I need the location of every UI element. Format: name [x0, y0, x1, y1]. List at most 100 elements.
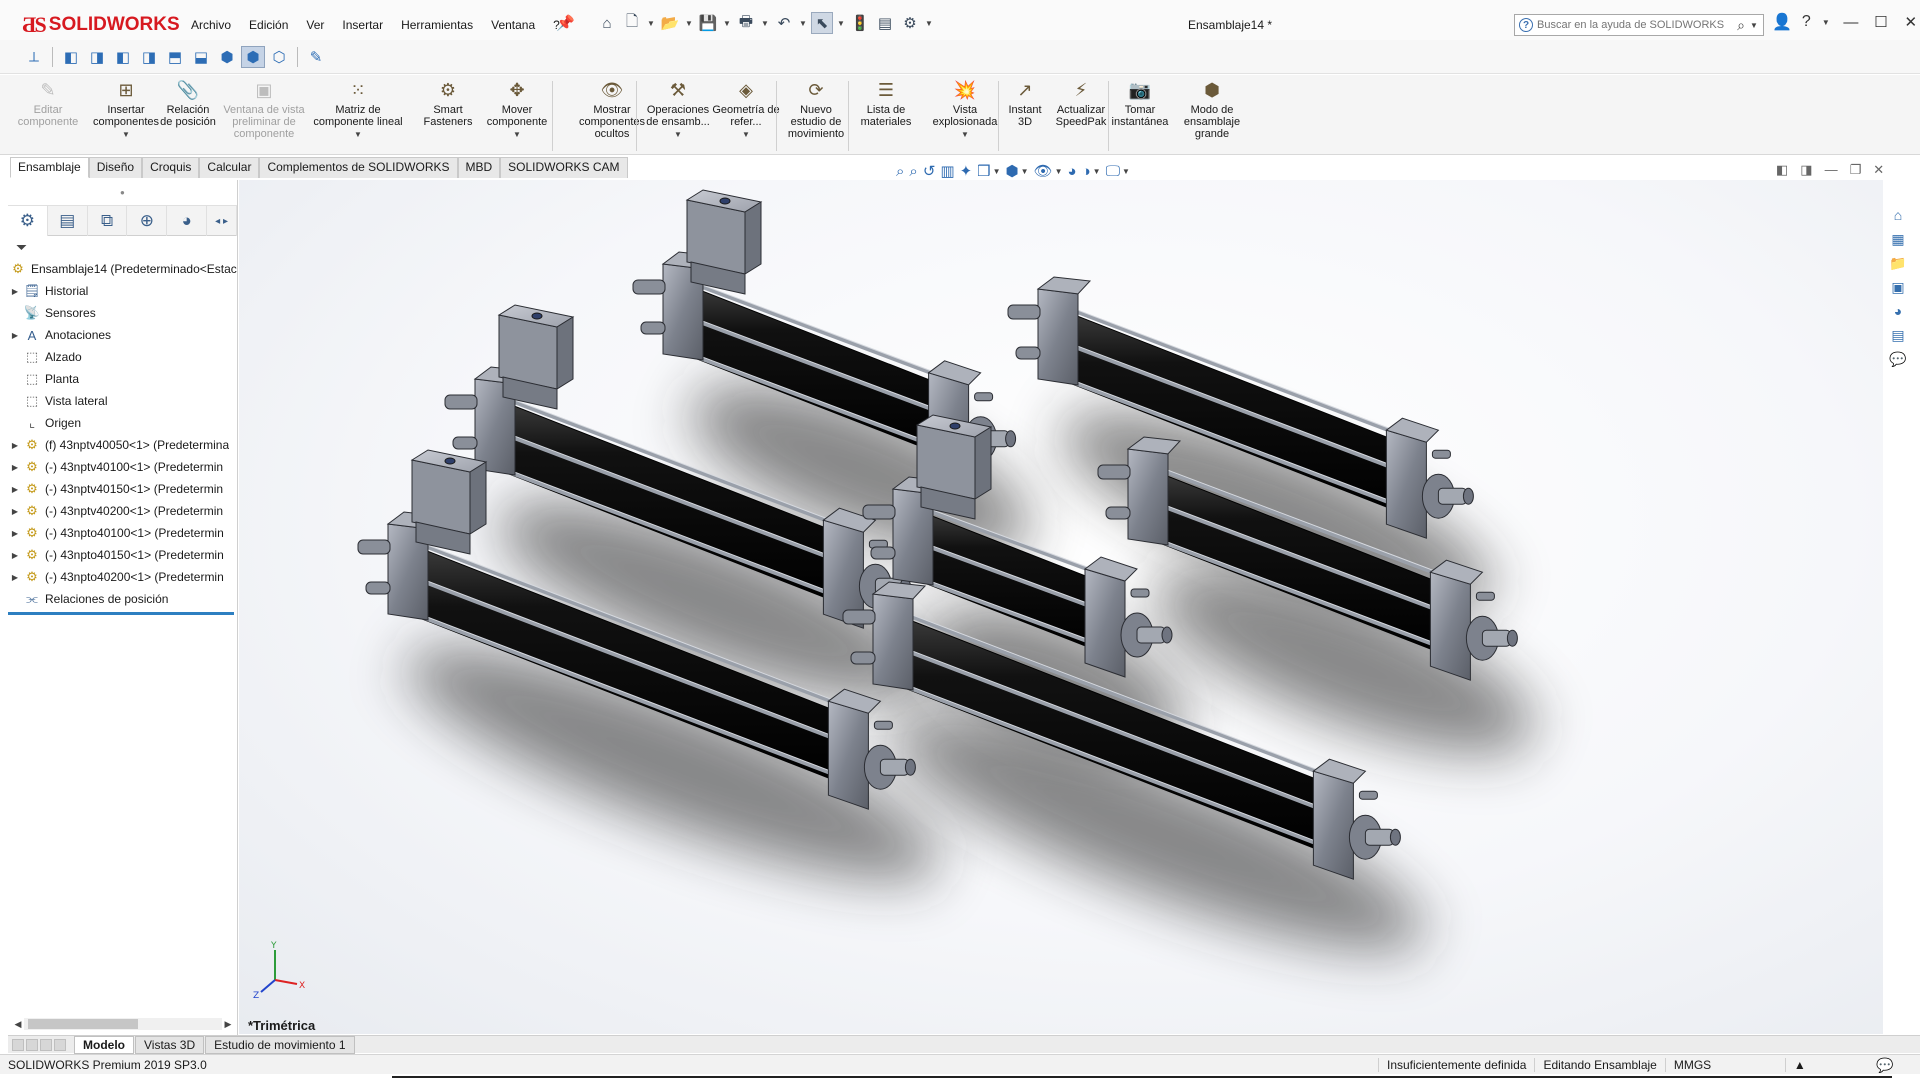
- solidworks-resources-icon[interactable]: ⌂: [1887, 205, 1909, 225]
- scroll-left-icon[interactable]: ◀: [12, 1019, 24, 1030]
- ribbon-button-motion-study[interactable]: ⟳ Nuevo estudio de movimiento: [782, 79, 850, 140]
- right-view-icon[interactable]: ◨: [137, 46, 161, 68]
- view-settings-icon[interactable]: 🖵: [1106, 163, 1120, 180]
- select-dropdown-icon[interactable]: ▼: [836, 19, 846, 28]
- tree-item[interactable]: ⫘ Relaciones de posición: [8, 588, 237, 610]
- tree-item[interactable]: ▶ ⚙ (-) 43npto40100<1> (Predetermin: [8, 522, 237, 544]
- ribbon-button-show-hidden[interactable]: 👁 Mostrar componentes ocultos: [574, 79, 650, 140]
- pin-menu-icon[interactable]: 📌: [556, 14, 575, 32]
- dropdown-arrow-icon[interactable]: ▼: [674, 129, 682, 141]
- tree-root-assembly[interactable]: ⚙ Ensamblaje14 (Predeterminado<Estac: [8, 258, 237, 280]
- normal-to-icon[interactable]: ⟂: [22, 46, 46, 68]
- home-icon[interactable]: ⌂: [596, 12, 618, 34]
- ribbon-button-mate[interactable]: 📎 Relación de posición: [160, 79, 216, 128]
- search-input[interactable]: [1537, 19, 1734, 31]
- configuration-manager-tab-icon[interactable]: ⧉: [88, 206, 128, 236]
- help-search[interactable]: ? ⌕ ▼: [1514, 14, 1764, 36]
- expand-arrow-icon[interactable]: ▶: [8, 507, 22, 516]
- file-explorer-icon[interactable]: 📁: [1887, 253, 1909, 273]
- hide-show-items-icon[interactable]: 👁: [1034, 162, 1053, 180]
- ribbon-button-linear-pattern[interactable]: ⁙ Matriz de componente lineal ▼: [306, 79, 410, 141]
- tree-item[interactable]: ⬚ Alzado: [8, 346, 237, 368]
- first-tab-icon[interactable]: [12, 1038, 24, 1051]
- new-document-icon[interactable]: 🗋: [621, 12, 643, 34]
- dropdown-arrow-icon[interactable]: ▼: [513, 129, 521, 141]
- tree-item[interactable]: ⬚ Planta: [8, 368, 237, 390]
- ribbon-button-move-component[interactable]: ✥ Mover componente ▼: [480, 79, 554, 141]
- tree-item[interactable]: ⌞ Origen: [8, 412, 237, 434]
- view-selector-icon[interactable]: ✎: [304, 46, 328, 68]
- ribbon-button-reference-geometry[interactable]: ◈ Geometría de refer... ▼: [712, 79, 780, 141]
- tab-vistas-3d[interactable]: Vistas 3D: [135, 1035, 205, 1054]
- expand-arrow-icon[interactable]: ▶: [8, 551, 22, 560]
- user-icon[interactable]: 👤: [1772, 12, 1792, 32]
- file-properties-icon[interactable]: ▤: [874, 12, 896, 34]
- rollback-bar[interactable]: [8, 612, 234, 615]
- assembly-model[interactable]: Y X Z: [239, 180, 1883, 1034]
- ribbon-button-insert-components[interactable]: ⊞ Insertar componentes ▼: [88, 79, 164, 141]
- forum-icon[interactable]: 💬: [1887, 349, 1909, 369]
- ribbon-button-component-preview[interactable]: ▣ Ventana de vista preliminar de componen…: [218, 79, 310, 140]
- tree-item[interactable]: ▶ ⚙ (-) 43nptv40100<1> (Predetermin: [8, 456, 237, 478]
- tree-horizontal-scrollbar[interactable]: ◀ ▶: [12, 1016, 234, 1032]
- scroll-track[interactable]: [24, 1018, 222, 1030]
- tab-modelo[interactable]: Modelo: [74, 1035, 134, 1054]
- save-dropdown-icon[interactable]: ▼: [722, 19, 732, 28]
- options-dropdown-icon[interactable]: ▼: [924, 19, 934, 28]
- property-manager-tab-icon[interactable]: ▤: [48, 206, 88, 236]
- expand-arrow-icon[interactable]: ▶: [8, 529, 22, 538]
- expand-arrow-icon[interactable]: ▶: [8, 287, 22, 296]
- units-dropdown-icon[interactable]: ▲: [1784, 1058, 1814, 1072]
- view-palette-icon[interactable]: ▣: [1887, 277, 1909, 297]
- rebuild-traffic-light-icon[interactable]: 🚦: [849, 12, 871, 34]
- open-dropdown-icon[interactable]: ▼: [684, 19, 694, 28]
- top-view-icon[interactable]: ⬒: [163, 46, 187, 68]
- tree-item[interactable]: ▶ ⚙ (-) 43nptv40200<1> (Predetermin: [8, 500, 237, 522]
- left-view-icon[interactable]: ◧: [111, 46, 135, 68]
- display-style-icon[interactable]: ⬢: [1006, 162, 1019, 180]
- design-library-icon[interactable]: ▦: [1887, 229, 1909, 249]
- apply-scene-dropdown-icon[interactable]: ▼: [1093, 167, 1101, 176]
- tree-item[interactable]: ▶ ⚙ (-) 43npto40200<1> (Predetermin: [8, 566, 237, 588]
- print-dropdown-icon[interactable]: ▼: [760, 19, 770, 28]
- viewport-close-icon[interactable]: ✕: [1873, 162, 1884, 178]
- expand-arrow-icon[interactable]: ▶: [8, 463, 22, 472]
- view-orientation-icon[interactable]: ❒: [977, 162, 990, 180]
- solidworks-logo[interactable]: ƋS SOLIDWORKS: [22, 10, 180, 40]
- collapse-handle-icon[interactable]: ●: [120, 188, 125, 197]
- dimetric-view-icon[interactable]: ⬡: [267, 46, 291, 68]
- ribbon-button-smart-fasteners[interactable]: ⚙ Smart Fasteners: [418, 79, 478, 128]
- ribbon-button-snapshot[interactable]: 📷 Tomar instantánea: [1108, 79, 1172, 128]
- unit-system[interactable]: MMGS: [1664, 1058, 1785, 1072]
- save-icon[interactable]: 💾: [697, 12, 719, 34]
- tree-item[interactable]: 📡 Sensores: [8, 302, 237, 324]
- viewport-restore-icon[interactable]: ❐: [1850, 162, 1862, 178]
- close-icon[interactable]: ✕: [1901, 13, 1920, 31]
- expand-arrow-icon[interactable]: ▶: [8, 573, 22, 582]
- expand-arrow-icon[interactable]: ▶: [8, 441, 22, 450]
- view-orientation-dropdown-icon[interactable]: ▼: [993, 167, 1001, 176]
- tab-dise-o[interactable]: Diseño: [88, 157, 143, 178]
- tab-calcular[interactable]: Calcular: [199, 157, 260, 178]
- menu-archivo[interactable]: Archivo: [182, 16, 240, 34]
- tree-item[interactable]: ▶ ⚙ (-) 43npto40150<1> (Predetermin: [8, 544, 237, 566]
- ribbon-button-large-assembly[interactable]: ⬢ Modo de ensamblaje grande: [1176, 79, 1248, 140]
- minimize-icon[interactable]: —: [1841, 14, 1861, 31]
- front-view-icon[interactable]: ◧: [59, 46, 83, 68]
- tree-filter[interactable]: ⏷: [8, 236, 237, 258]
- hide-show-dropdown-icon[interactable]: ▼: [1055, 167, 1063, 176]
- open-icon[interactable]: 📂: [659, 12, 681, 34]
- ribbon-button-assembly-features[interactable]: ⚒ Operaciones de ensamb... ▼: [640, 79, 716, 141]
- appearances-icon[interactable]: ◕: [1887, 301, 1909, 321]
- zoom-to-fit-icon[interactable]: ⌕: [896, 163, 904, 180]
- next-tab-icon[interactable]: [40, 1038, 52, 1051]
- section-view-icon[interactable]: ▥: [940, 162, 954, 180]
- apply-scene-icon[interactable]: ◑: [1082, 163, 1091, 180]
- dimxpert-manager-tab-icon[interactable]: ⊕: [127, 206, 168, 236]
- trimetric-view-icon[interactable]: ⬢: [241, 46, 265, 68]
- ribbon-button-bom[interactable]: ☰ Lista de materiales: [854, 79, 918, 128]
- panel-tabs-scroll-icon[interactable]: ◂ ▸: [207, 206, 238, 236]
- edit-appearance-icon[interactable]: ◕: [1068, 163, 1077, 180]
- menu-edicion[interactable]: Edición: [240, 16, 297, 34]
- search-dropdown-icon[interactable]: ▼: [1749, 21, 1759, 30]
